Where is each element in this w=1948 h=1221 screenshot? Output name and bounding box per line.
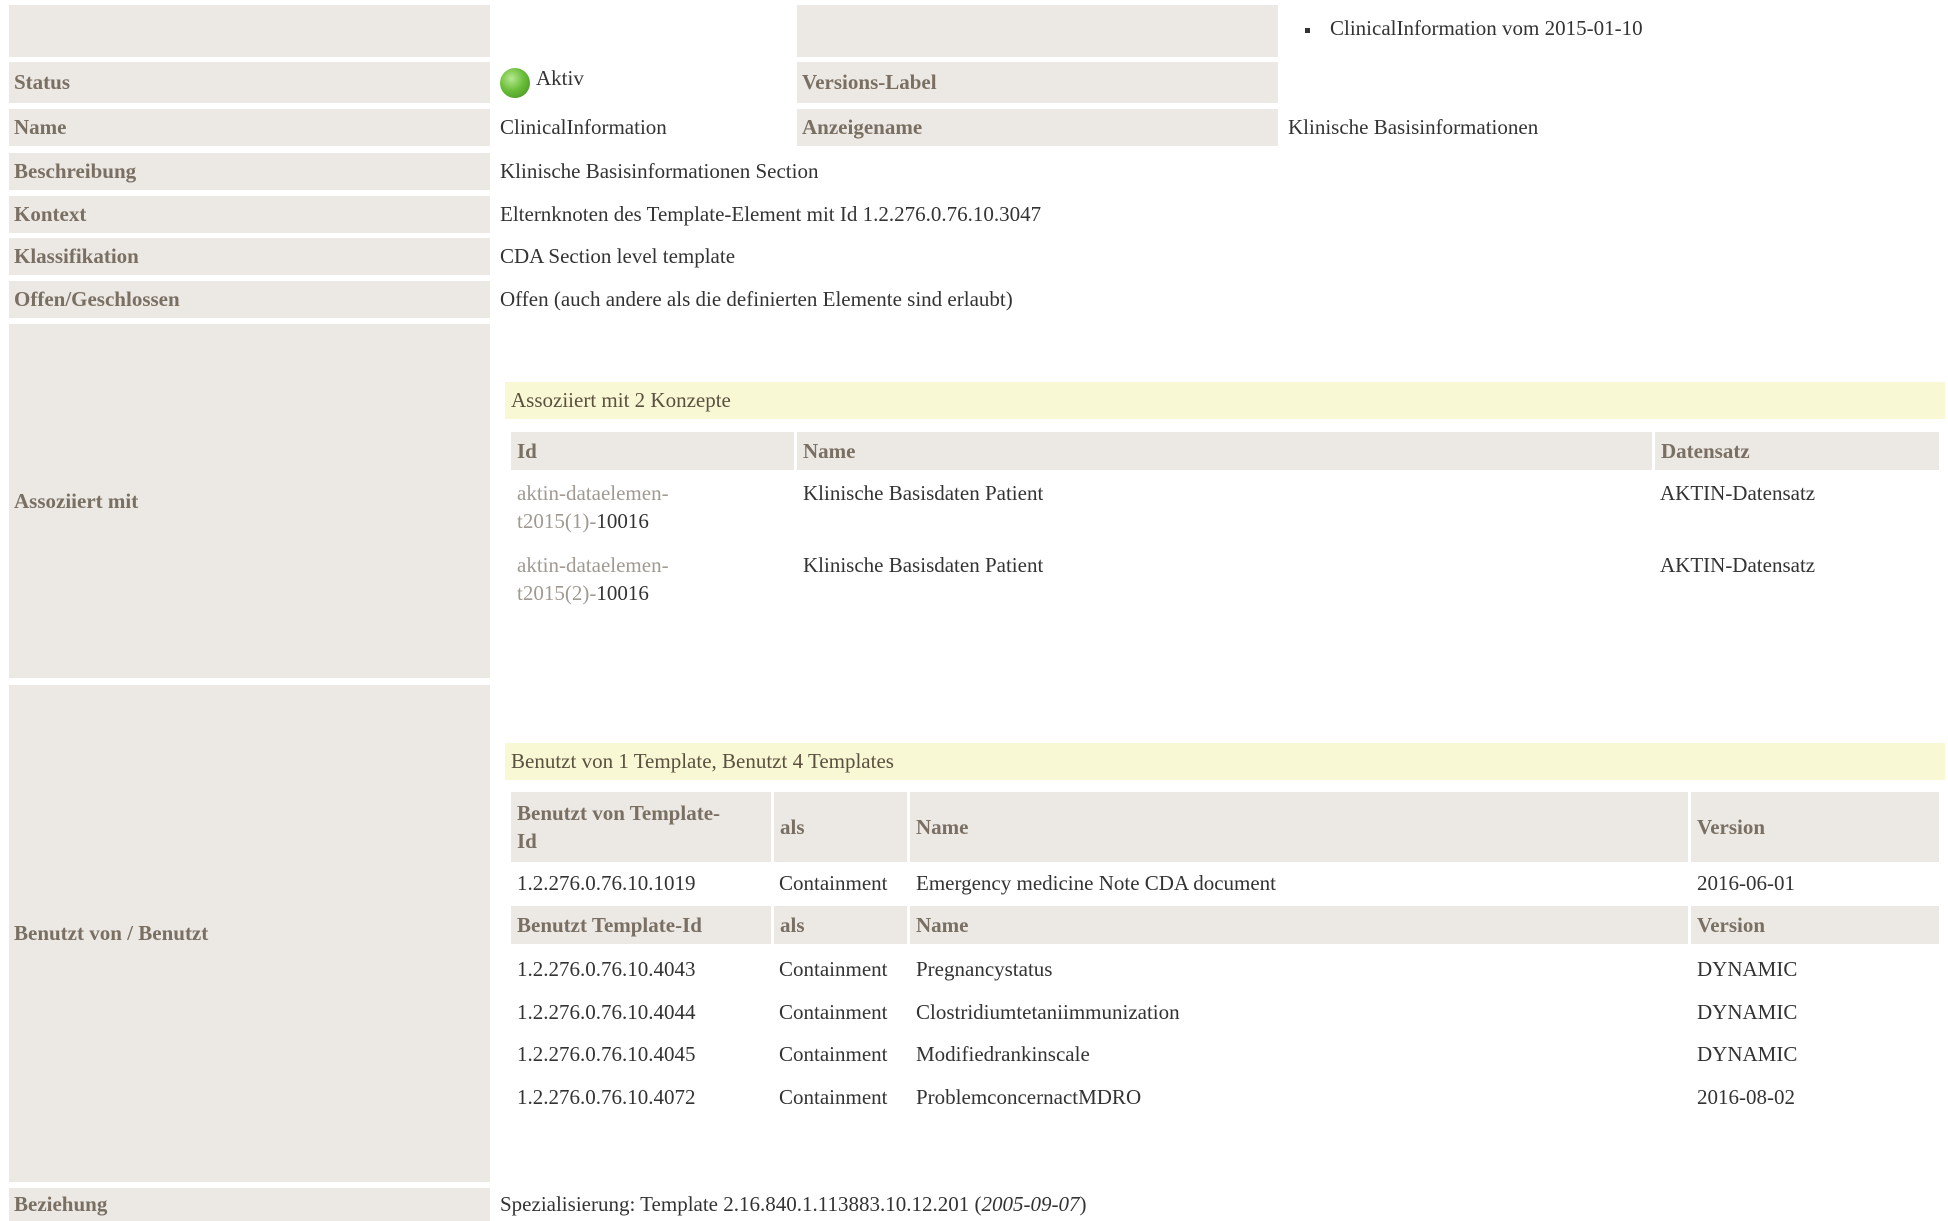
used-by-label: Benutzt von / Benutzt bbox=[9, 685, 490, 1182]
used-by-row-1-id[interactable]: 1.2.276.0.76.10.1019 bbox=[517, 869, 696, 897]
status-text: Aktiv bbox=[536, 66, 584, 90]
uses-row-3-id[interactable]: 1.2.276.0.76.10.4045 bbox=[517, 1040, 696, 1068]
associated-band: Assoziiert mit 2 Konzepte bbox=[505, 382, 1945, 419]
history-item-text[interactable]: ClinicalInformation vom 2015-01-10 bbox=[1330, 16, 1643, 40]
uses-row-1-name: Pregnancystatus bbox=[916, 957, 1053, 981]
uses-row-3-version: DYNAMIC bbox=[1697, 1042, 1798, 1066]
uses-row-2-name: Clostridiumtetaniimmunization bbox=[916, 1000, 1180, 1024]
used-by-header-id-line1: Benutzt von Template- bbox=[517, 801, 721, 825]
status-value: Aktiv bbox=[500, 62, 584, 103]
uses-header-as: als bbox=[774, 906, 907, 944]
open-closed-label: Offen/Geschlossen bbox=[9, 281, 490, 318]
open-closed-value: Offen (auch andere als die definierten E… bbox=[500, 287, 1013, 311]
uses-row-1-version: DYNAMIC bbox=[1697, 957, 1798, 981]
context-value: Elternknoten des Template-Element mit Id… bbox=[500, 202, 1042, 226]
display-name-label: Anzeigename bbox=[797, 109, 1278, 146]
uses-row-4-version: 2016-08-02 bbox=[1697, 1085, 1795, 1109]
classification-label: Klassifikation bbox=[9, 238, 490, 275]
used-by-header-id: Benutzt von Template- Id bbox=[511, 792, 771, 862]
classification-value: CDA Section level template bbox=[500, 244, 736, 268]
uses-row-4-as: Containment bbox=[779, 1085, 888, 1109]
used-by-row-1-as: Containment bbox=[779, 871, 888, 895]
uses-row-4-name: ProblemconcernactMDRO bbox=[916, 1085, 1142, 1109]
relationship-label: Beziehung bbox=[9, 1188, 490, 1221]
associated-row-2-id-part2[interactable]: t2015(2)- bbox=[517, 581, 596, 605]
uses-row-2-version: DYNAMIC bbox=[1697, 1000, 1798, 1024]
associated-row-2-id-suffix[interactable]: 10016 bbox=[596, 581, 649, 605]
used-by-header-as: als bbox=[774, 792, 907, 862]
uses-header-name: Name bbox=[910, 906, 1688, 944]
versions-label-label: Versions-Label bbox=[797, 62, 1278, 103]
uses-row-2-as: Containment bbox=[779, 1000, 888, 1024]
associated-row-1-id-part1[interactable]: aktin-dataelemen- bbox=[517, 481, 669, 505]
associated-row-2-name: Klinische Basisdaten Patient bbox=[803, 553, 1044, 577]
associated-header-dataset: Datensatz bbox=[1655, 432, 1939, 470]
associated-row-1-id[interactable]: aktin-dataelemen- t2015(1)-10016 bbox=[517, 479, 787, 535]
associated-row-2-id-part1[interactable]: aktin-dataelemen- bbox=[517, 553, 669, 577]
associated-row-1-id-suffix[interactable]: 10016 bbox=[596, 509, 649, 533]
used-by-header-id-line2: Id bbox=[517, 829, 537, 853]
associated-row-1-dataset: AKTIN-Datensatz bbox=[1660, 481, 1816, 505]
associated-header-name: Name bbox=[797, 432, 1652, 470]
description-value: Klinische Basisinformationen Section bbox=[500, 159, 819, 183]
associated-row-2-dataset: AKTIN-Datensatz bbox=[1660, 553, 1816, 577]
relationship-date: 2005-09-07 bbox=[981, 1192, 1080, 1216]
used-by-header-name: Name bbox=[910, 792, 1688, 862]
uses-row-1-id[interactable]: 1.2.276.0.76.10.4043 bbox=[517, 955, 696, 983]
status-label: Status bbox=[9, 62, 490, 103]
uses-header-version: Version bbox=[1691, 906, 1939, 944]
uses-row-3-as: Containment bbox=[779, 1042, 888, 1066]
used-by-band: Benutzt von 1 Template, Benutzt 4 Templa… bbox=[505, 743, 1945, 780]
used-by-header-version: Version bbox=[1691, 792, 1939, 862]
bullet-icon bbox=[1305, 27, 1310, 33]
history-list-item[interactable]: ClinicalInformation vom 2015-01-10 bbox=[1305, 16, 1643, 41]
description-label: Beschreibung bbox=[9, 153, 490, 190]
uses-row-1-as: Containment bbox=[779, 957, 888, 981]
used-by-row-1-name: Emergency medicine Note CDA document bbox=[916, 871, 1277, 895]
associated-header-id: Id bbox=[511, 432, 794, 470]
top-label-cell bbox=[9, 5, 490, 57]
associated-row-1-id-part2[interactable]: t2015(1)- bbox=[517, 509, 596, 533]
relationship-value: Spezialisierung: Template 2.16.840.1.113… bbox=[500, 1188, 1086, 1221]
associated-label: Assoziiert mit bbox=[9, 324, 490, 678]
relationship-close: ) bbox=[1079, 1192, 1087, 1216]
name-label: Name bbox=[9, 109, 490, 146]
relationship-text: Spezialisierung: Template 2.16.840.1.113… bbox=[500, 1192, 982, 1216]
associated-row-1-name: Klinische Basisdaten Patient bbox=[803, 481, 1044, 505]
name-value: ClinicalInformation bbox=[500, 115, 667, 139]
uses-row-2-id[interactable]: 1.2.276.0.76.10.4044 bbox=[517, 998, 696, 1026]
template-detail-sheet: ClinicalInformation vom 2015-01-10 Statu… bbox=[0, 0, 1948, 1221]
uses-row-3-name: Modifiedrankinscale bbox=[916, 1042, 1090, 1066]
display-name-value: Klinische Basisinformationen bbox=[1288, 115, 1539, 139]
status-active-icon bbox=[500, 67, 530, 98]
uses-header-id: Benutzt Template-Id bbox=[511, 906, 771, 944]
top-middle-cell bbox=[797, 5, 1278, 57]
context-label: Kontext bbox=[9, 196, 490, 233]
uses-row-4-id[interactable]: 1.2.276.0.76.10.4072 bbox=[517, 1083, 696, 1111]
associated-row-2-id[interactable]: aktin-dataelemen- t2015(2)-10016 bbox=[517, 551, 787, 607]
used-by-row-1-version: 2016-06-01 bbox=[1697, 871, 1795, 895]
